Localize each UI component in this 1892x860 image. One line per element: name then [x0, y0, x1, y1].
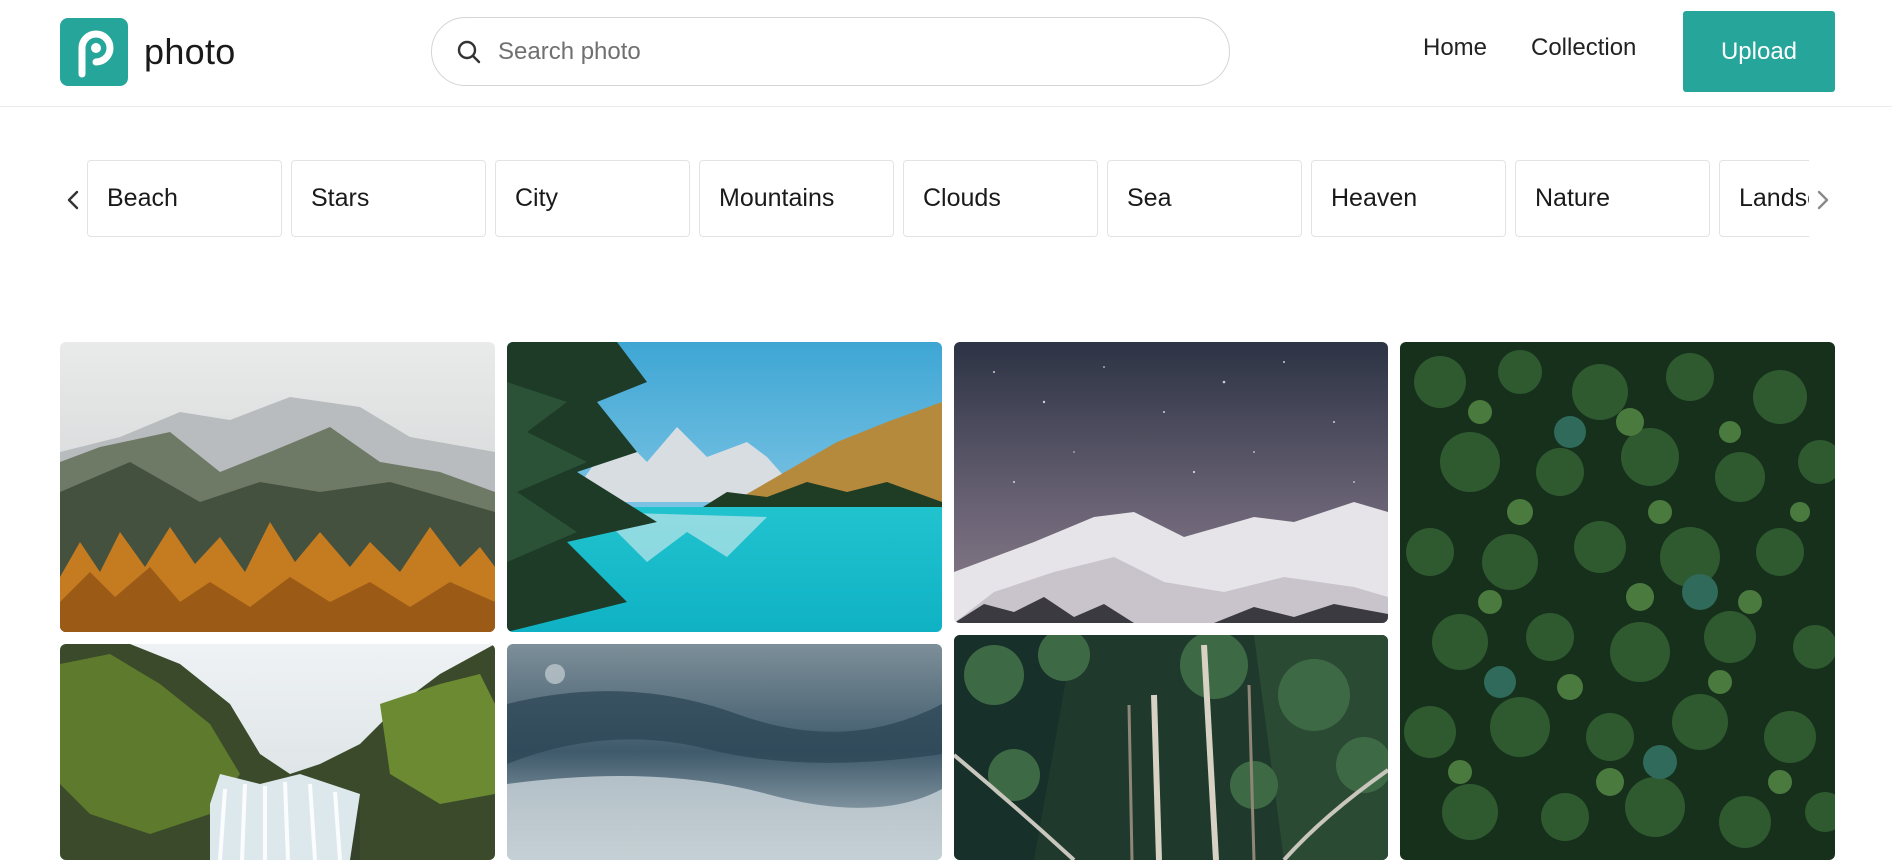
category-chip-beach[interactable]: Beach: [87, 160, 282, 237]
photo-card[interactable]: [507, 342, 942, 632]
photo-image: [1400, 342, 1835, 860]
logo-p-icon: [60, 18, 128, 86]
category-chip-city[interactable]: City: [495, 160, 690, 237]
category-track: Beach Stars City Mountains Clouds Sea He…: [87, 160, 1809, 237]
chevron-left-icon[interactable]: [58, 182, 88, 218]
category-chip-nature[interactable]: Nature: [1515, 160, 1710, 237]
category-carousel: Beach Stars City Mountains Clouds Sea He…: [87, 160, 1809, 238]
logo-link[interactable]: photo: [60, 18, 236, 86]
photo-card[interactable]: [507, 644, 942, 860]
photo-card[interactable]: [1400, 342, 1835, 860]
category-chip-heaven[interactable]: Heaven: [1311, 160, 1506, 237]
logo-text: photo: [144, 31, 236, 72]
photo-image: [507, 644, 942, 860]
category-chip-clouds[interactable]: Clouds: [903, 160, 1098, 237]
category-chip-sea[interactable]: Sea: [1107, 160, 1302, 237]
photo-image: [60, 644, 495, 860]
photo-card[interactable]: [60, 342, 495, 632]
photo-card[interactable]: [954, 635, 1388, 860]
category-chip-stars[interactable]: Stars: [291, 160, 486, 237]
photo-image: [507, 342, 942, 632]
chevron-right-icon[interactable]: [1808, 182, 1838, 218]
nav-collection-link[interactable]: Collection: [1531, 34, 1636, 62]
photo-card[interactable]: [60, 644, 495, 860]
photo-image: [954, 342, 1388, 623]
photo-card[interactable]: [954, 342, 1388, 623]
upload-button[interactable]: Upload: [1683, 11, 1835, 92]
category-chip-landscape[interactable]: Landscape: [1719, 160, 1809, 237]
search-bar: [431, 17, 1230, 86]
category-chip-mountains[interactable]: Mountains: [699, 160, 894, 237]
nav-home-link[interactable]: Home: [1423, 34, 1487, 62]
photo-image: [60, 342, 495, 632]
search-icon: [457, 40, 481, 63]
top-header: photo Home Collection Upload: [0, 0, 1892, 107]
photo-image: [954, 635, 1388, 860]
search-input[interactable]: [498, 37, 1198, 66]
